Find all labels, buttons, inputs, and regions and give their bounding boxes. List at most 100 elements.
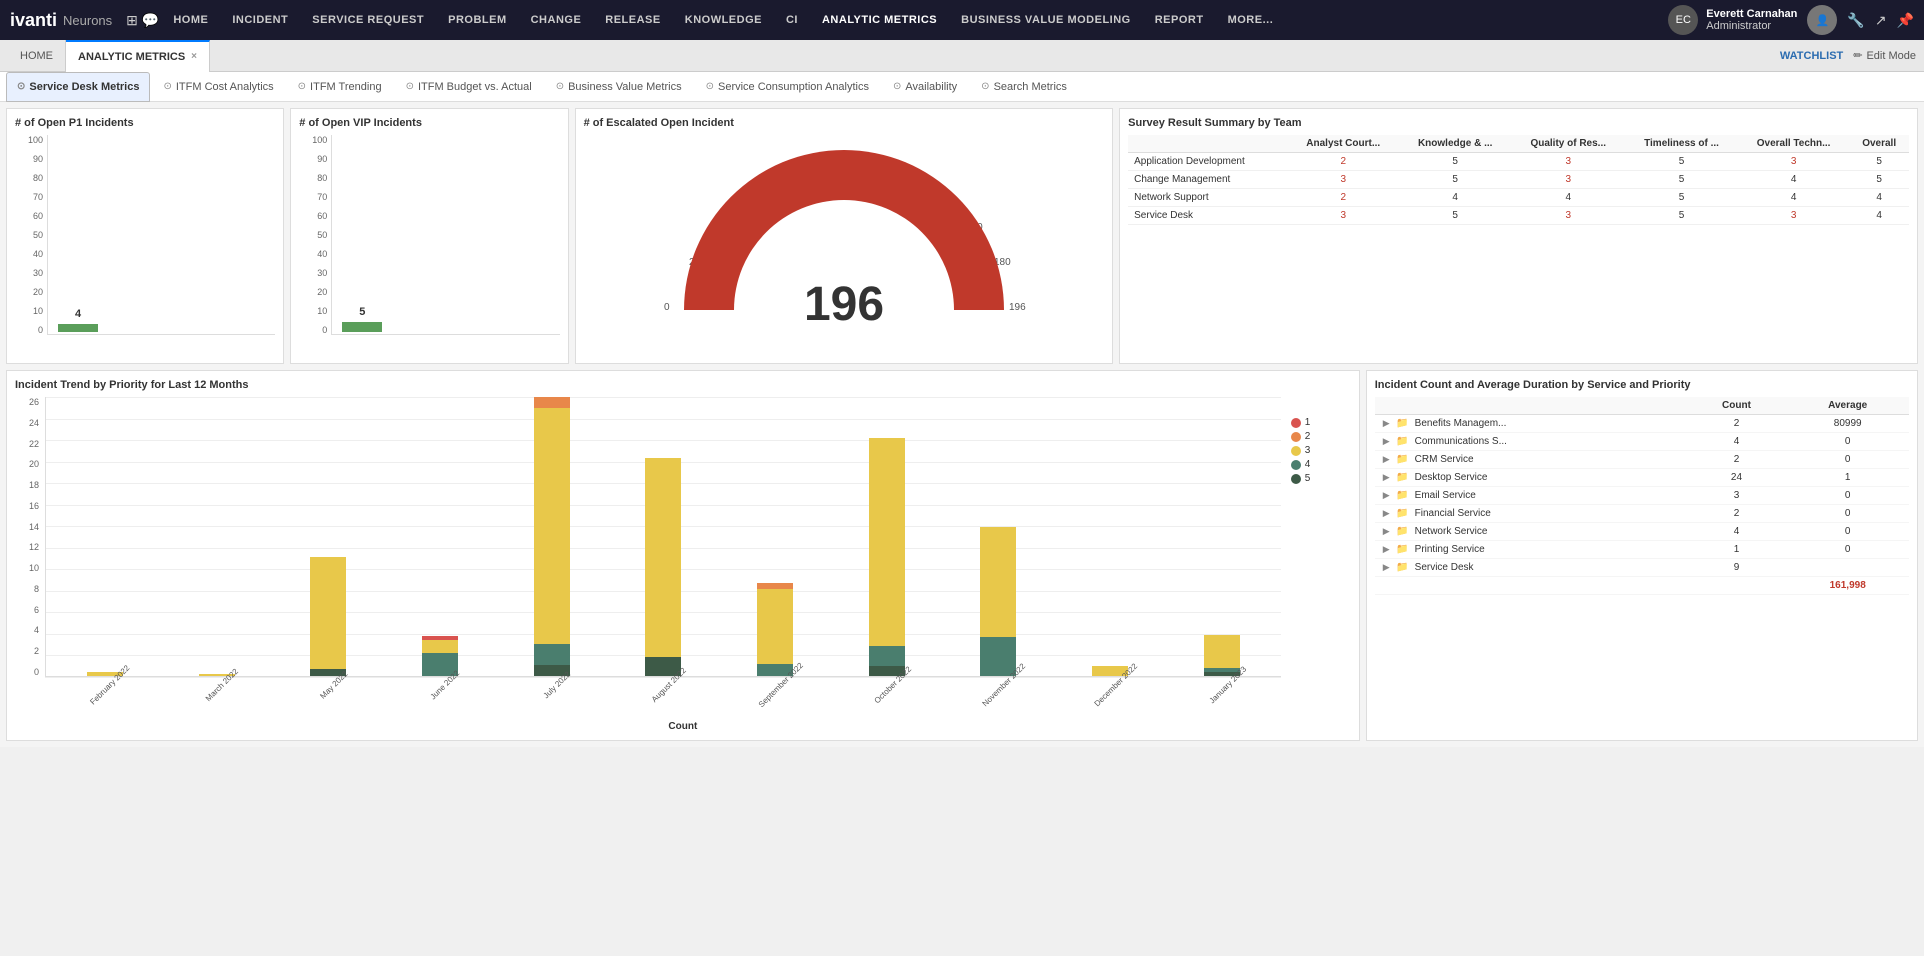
survey-row: Network Support 2 4 4 5 4 4	[1128, 189, 1909, 207]
inc-count: 4	[1687, 433, 1787, 451]
expand-icon[interactable]: ▶	[1383, 562, 1390, 572]
survey-team: Change Management	[1128, 171, 1287, 189]
expand-icon[interactable]: ▶	[1383, 454, 1390, 464]
legend-dot	[1291, 446, 1301, 456]
inc-service	[1375, 577, 1687, 595]
nav-home[interactable]: HOME	[163, 0, 218, 40]
atab-itfm-cost[interactable]: ⊙ ITFM Cost Analytics	[152, 72, 284, 102]
close-tab-icon[interactable]: ×	[191, 51, 197, 62]
bottom-row: Incident Trend by Priority for Last 12 M…	[6, 370, 1918, 741]
atab-itfm-budget[interactable]: ⊙ ITFM Budget vs. Actual	[395, 72, 543, 102]
bar-group	[1173, 397, 1271, 676]
legend-dot	[1291, 460, 1301, 470]
expand-icon[interactable]: ▶	[1383, 490, 1390, 500]
chart-legend: 12345	[1291, 417, 1351, 487]
nav-business-value[interactable]: BUSINESS VALUE MODELING	[951, 0, 1141, 40]
escalated-card: # of Escalated Open Incident 0 20 40 60 …	[575, 108, 1114, 364]
expand-icon[interactable]: ▶	[1383, 526, 1390, 536]
survey-analyst: 2	[1287, 189, 1399, 207]
survey-card: Survey Result Summary by Team Analyst Co…	[1119, 108, 1918, 364]
tab-analytic-metrics[interactable]: ANALYTIC METRICS ×	[66, 40, 210, 72]
pin-icon[interactable]: 📌	[1897, 12, 1914, 29]
survey-col-quality: Quality of Res...	[1511, 135, 1625, 153]
bar-group	[56, 397, 154, 676]
user-role: Administrator	[1706, 20, 1797, 32]
atab-search-metrics[interactable]: ⊙ Search Metrics	[970, 72, 1078, 102]
inc-col-average: Average	[1786, 397, 1909, 415]
atab-availability[interactable]: ⊙ Availability	[882, 72, 968, 102]
incident-count-table: Count Average ▶ 📁 Benefits Managem... 2 …	[1375, 397, 1909, 595]
inc-table-row: ▶ 📁 Network Service 4 0	[1375, 523, 1909, 541]
legend-item: 3	[1291, 445, 1351, 456]
atab-service-consumption[interactable]: ⊙ Service Consumption Analytics	[695, 72, 880, 102]
p1-title: # of Open P1 Incidents	[15, 117, 275, 129]
nav-icon-chat[interactable]: 💬	[142, 12, 159, 29]
legend-item: 4	[1291, 459, 1351, 470]
legend-dot	[1291, 418, 1301, 428]
inc-count: 2	[1687, 451, 1787, 469]
inc-table-row: ▶ 📁 Financial Service 2 0	[1375, 505, 1909, 523]
inc-table-row: ▶ 📁 Communications S... 4 0	[1375, 433, 1909, 451]
inc-table-row: ▶ 📁 Benefits Managem... 2 80999	[1375, 415, 1909, 433]
survey-timeliness: 5	[1625, 189, 1738, 207]
survey-row: Service Desk 3 5 3 5 3 4	[1128, 207, 1909, 225]
atab-icon-itfm-trending: ⊙	[298, 81, 306, 92]
watchlist-button[interactable]: WATCHLIST	[1780, 50, 1843, 62]
expand-icon[interactable]: ▶	[1383, 544, 1390, 554]
nav-release[interactable]: RELEASE	[595, 0, 670, 40]
analytics-tab-bar: ⊙ Service Desk Metrics ⊙ ITFM Cost Analy…	[0, 72, 1924, 102]
settings-icon[interactable]: 🔧	[1847, 12, 1864, 29]
nav-problem[interactable]: PROBLEM	[438, 0, 517, 40]
survey-col-overall-tech: Overall Techn...	[1738, 135, 1849, 153]
nav-knowledge[interactable]: KNOWLEDGE	[675, 0, 772, 40]
survey-overall: 5	[1849, 171, 1909, 189]
survey-row: Application Development 2 5 3 5 3 5	[1128, 153, 1909, 171]
expand-icon[interactable]: ▶	[1383, 418, 1390, 428]
inc-col-service	[1375, 397, 1687, 415]
inc-average: 1	[1786, 469, 1909, 487]
bar-group	[391, 397, 489, 676]
p1-incidents-card: # of Open P1 Incidents 100 90 80 70 60 5…	[6, 108, 284, 364]
inc-count: 9	[1687, 559, 1787, 577]
tab-bar: HOME ANALYTIC METRICS × WATCHLIST ✏ Edit…	[0, 40, 1924, 72]
nav-more[interactable]: MORE...	[1218, 0, 1284, 40]
bar-group	[279, 397, 377, 676]
folder-icon: 📁	[1396, 508, 1408, 519]
nav-ci[interactable]: CI	[776, 0, 808, 40]
survey-team: Network Support	[1128, 189, 1287, 207]
atab-itfm-trending[interactable]: ⊙ ITFM Trending	[287, 72, 393, 102]
inc-col-count: Count	[1687, 397, 1787, 415]
survey-quality: 3	[1511, 171, 1625, 189]
top-row: # of Open P1 Incidents 100 90 80 70 60 5…	[6, 108, 1918, 364]
logo-area: ivanti Neurons	[10, 10, 112, 31]
inc-table-row: ▶ 📁 Desktop Service 24 1	[1375, 469, 1909, 487]
export-icon[interactable]: ↗	[1875, 12, 1887, 29]
nav-incident[interactable]: INCIDENT	[222, 0, 298, 40]
survey-analyst: 3	[1287, 207, 1399, 225]
nav-change[interactable]: CHANGE	[521, 0, 592, 40]
avatar-circle[interactable]: 👤	[1807, 5, 1837, 35]
atab-service-desk[interactable]: ⊙ Service Desk Metrics	[6, 72, 150, 102]
expand-icon[interactable]: ▶	[1383, 436, 1390, 446]
inc-average: 80999	[1786, 415, 1909, 433]
tab-home[interactable]: HOME	[8, 40, 66, 72]
inc-table-row: ▶ 📁 Service Desk 9	[1375, 559, 1909, 577]
nav-analytic-metrics[interactable]: ANALYTIC METRICS	[812, 0, 947, 40]
expand-icon[interactable]: ▶	[1383, 508, 1390, 518]
inc-service: ▶ 📁 Email Service	[1375, 487, 1687, 505]
nav-service-request[interactable]: SERVICE REQUEST	[302, 0, 434, 40]
bar-group	[168, 397, 266, 676]
atab-business-value[interactable]: ⊙ Business Value Metrics	[545, 72, 693, 102]
inc-service: ▶ 📁 CRM Service	[1375, 451, 1687, 469]
nav-report[interactable]: REPORT	[1145, 0, 1214, 40]
incident-count-title: Incident Count and Average Duration by S…	[1375, 379, 1909, 391]
inc-count: 2	[1687, 505, 1787, 523]
nav-icon-grid[interactable]: ⊞	[126, 12, 138, 29]
legend-dot	[1291, 474, 1301, 484]
edit-mode-button[interactable]: ✏ Edit Mode	[1853, 49, 1916, 62]
inc-table-row: ▶ 📁 CRM Service 2 0	[1375, 451, 1909, 469]
expand-icon[interactable]: ▶	[1383, 472, 1390, 482]
survey-analyst: 2	[1287, 153, 1399, 171]
survey-quality: 4	[1511, 189, 1625, 207]
inc-average: 0	[1786, 487, 1909, 505]
